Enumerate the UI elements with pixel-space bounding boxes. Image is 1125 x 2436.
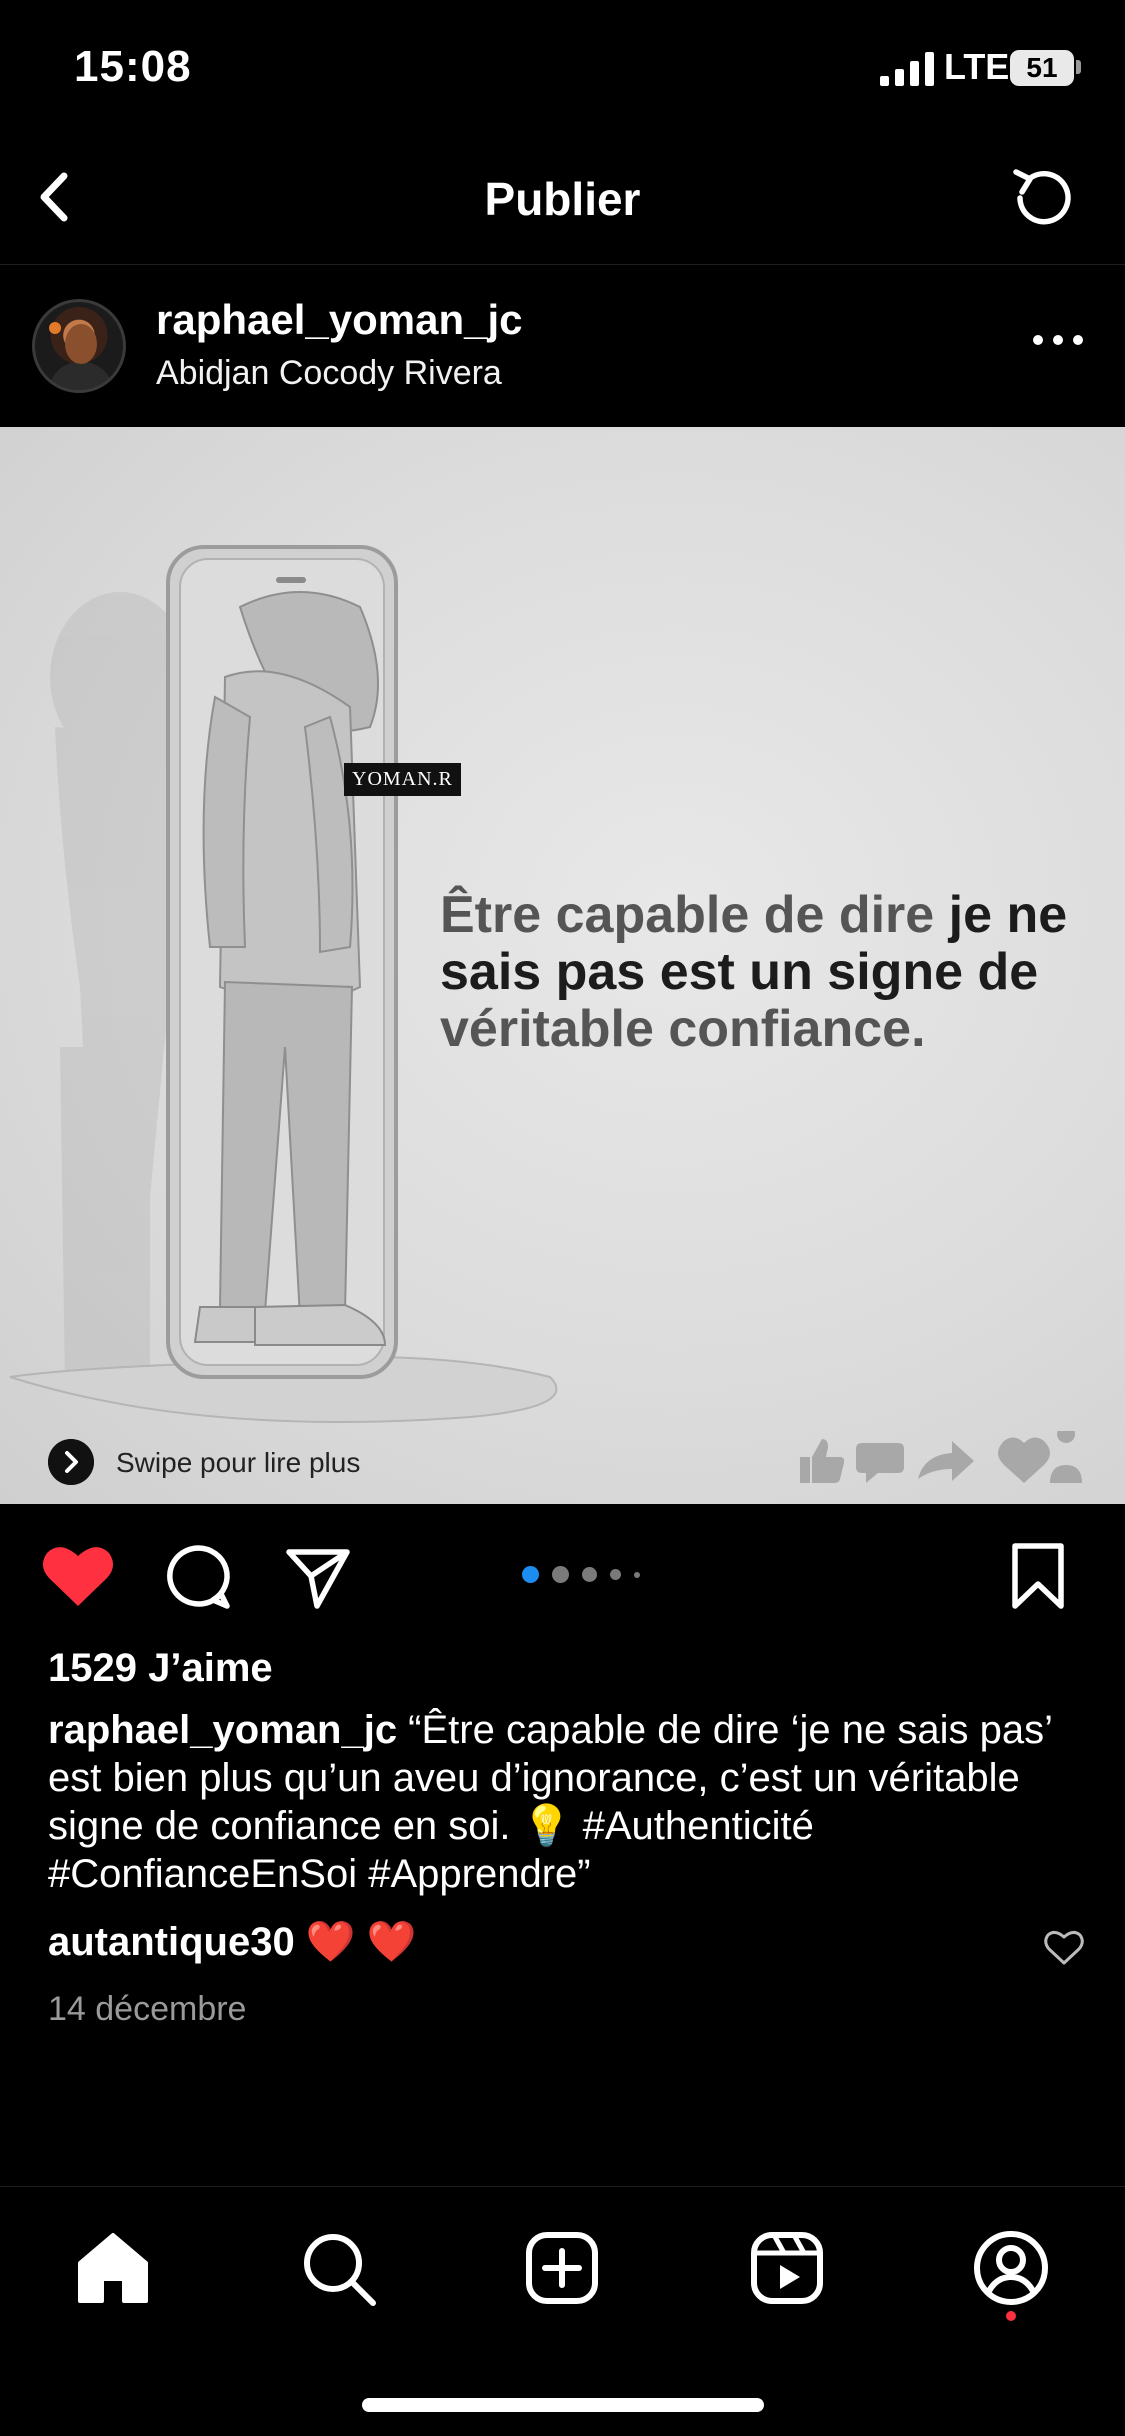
- comment-icon[interactable]: [163, 1542, 233, 1612]
- heart-outline-icon: [998, 1437, 1050, 1483]
- watermark: YOMAN.R: [344, 763, 461, 796]
- comment-text: ❤️ ❤️: [294, 1920, 417, 1964]
- battery-icon: 51: [1010, 50, 1074, 86]
- carousel-dot: [552, 1566, 569, 1583]
- comment-username[interactable]: autantique30: [48, 1920, 295, 1964]
- image-quote: Être capable de dire je ne sais pas est …: [440, 887, 1080, 1058]
- carousel-dot-active: [522, 1566, 539, 1583]
- thumbs-up-icon: [800, 1439, 845, 1483]
- comment-heart-icon[interactable]: [1044, 1930, 1084, 1966]
- home-icon[interactable]: [72, 2227, 154, 2309]
- header: Publier: [0, 140, 1125, 265]
- reels-icon[interactable]: [746, 2227, 828, 2309]
- create-post-icon[interactable]: [521, 2227, 603, 2309]
- likes-count[interactable]: 1529 J’aime: [48, 1646, 273, 1691]
- signal-icon: [880, 52, 934, 86]
- screen: 15:08 LTE 51 Publier raphael_yoman_jc Ab…: [0, 0, 1125, 2436]
- caption-username[interactable]: raphael_yoman_jc: [48, 1708, 397, 1752]
- image-reaction-icons: [800, 1431, 1082, 1483]
- avatar-face: [65, 324, 97, 364]
- search-icon[interactable]: [297, 2227, 379, 2309]
- post-date: 14 décembre: [48, 1990, 247, 2028]
- story-dot: [49, 322, 61, 334]
- post-action-bar: [0, 1504, 1125, 1644]
- person-icon: [1050, 1431, 1082, 1483]
- heart-filled-icon[interactable]: [40, 1542, 116, 1610]
- post-author-row: raphael_yoman_jc Abidjan Cocody Rivera: [0, 266, 1125, 426]
- post-caption: raphael_yoman_jc “Être capable de dire ‘…: [48, 1706, 1088, 1898]
- refresh-icon[interactable]: [1004, 160, 1080, 236]
- notification-dot: [1006, 2311, 1016, 2321]
- post-username[interactable]: raphael_yoman_jc: [156, 296, 523, 344]
- profile-icon[interactable]: [970, 2227, 1052, 2309]
- carousel-dot: [610, 1569, 621, 1580]
- home-indicator: [362, 2398, 764, 2412]
- chat-bubble-icon: [856, 1443, 904, 1483]
- swipe-text: Swipe pour lire plus: [116, 1447, 361, 1478]
- page-title: Publier: [484, 173, 641, 225]
- status-time: 15:08: [74, 42, 192, 91]
- avatar-body: [49, 362, 113, 390]
- network-label: LTE: [944, 46, 1010, 87]
- quote-part-1: Être capable de dire: [440, 886, 949, 944]
- share-icon[interactable]: [283, 1542, 353, 1612]
- carousel-dot: [634, 1571, 640, 1578]
- comment: autantique30 ❤️ ❤️: [48, 1918, 417, 1965]
- status-bar: 15:08 LTE 51: [0, 0, 1125, 140]
- more-options-icon[interactable]: [1032, 332, 1084, 348]
- carousel-dot: [582, 1567, 597, 1582]
- avatar[interactable]: [32, 299, 126, 393]
- share-arrow-icon: [918, 1441, 974, 1481]
- post-location[interactable]: Abidjan Cocody Rivera: [156, 354, 502, 393]
- post-image[interactable]: YOMAN.R Être capable de dire je ne sais …: [0, 427, 1125, 1504]
- bookmark-icon[interactable]: [1007, 1540, 1069, 1612]
- quote-part-3: véritable confiance.: [440, 1000, 926, 1058]
- battery-tip: [1076, 60, 1081, 74]
- arrow-right-circle-icon: [48, 1439, 94, 1485]
